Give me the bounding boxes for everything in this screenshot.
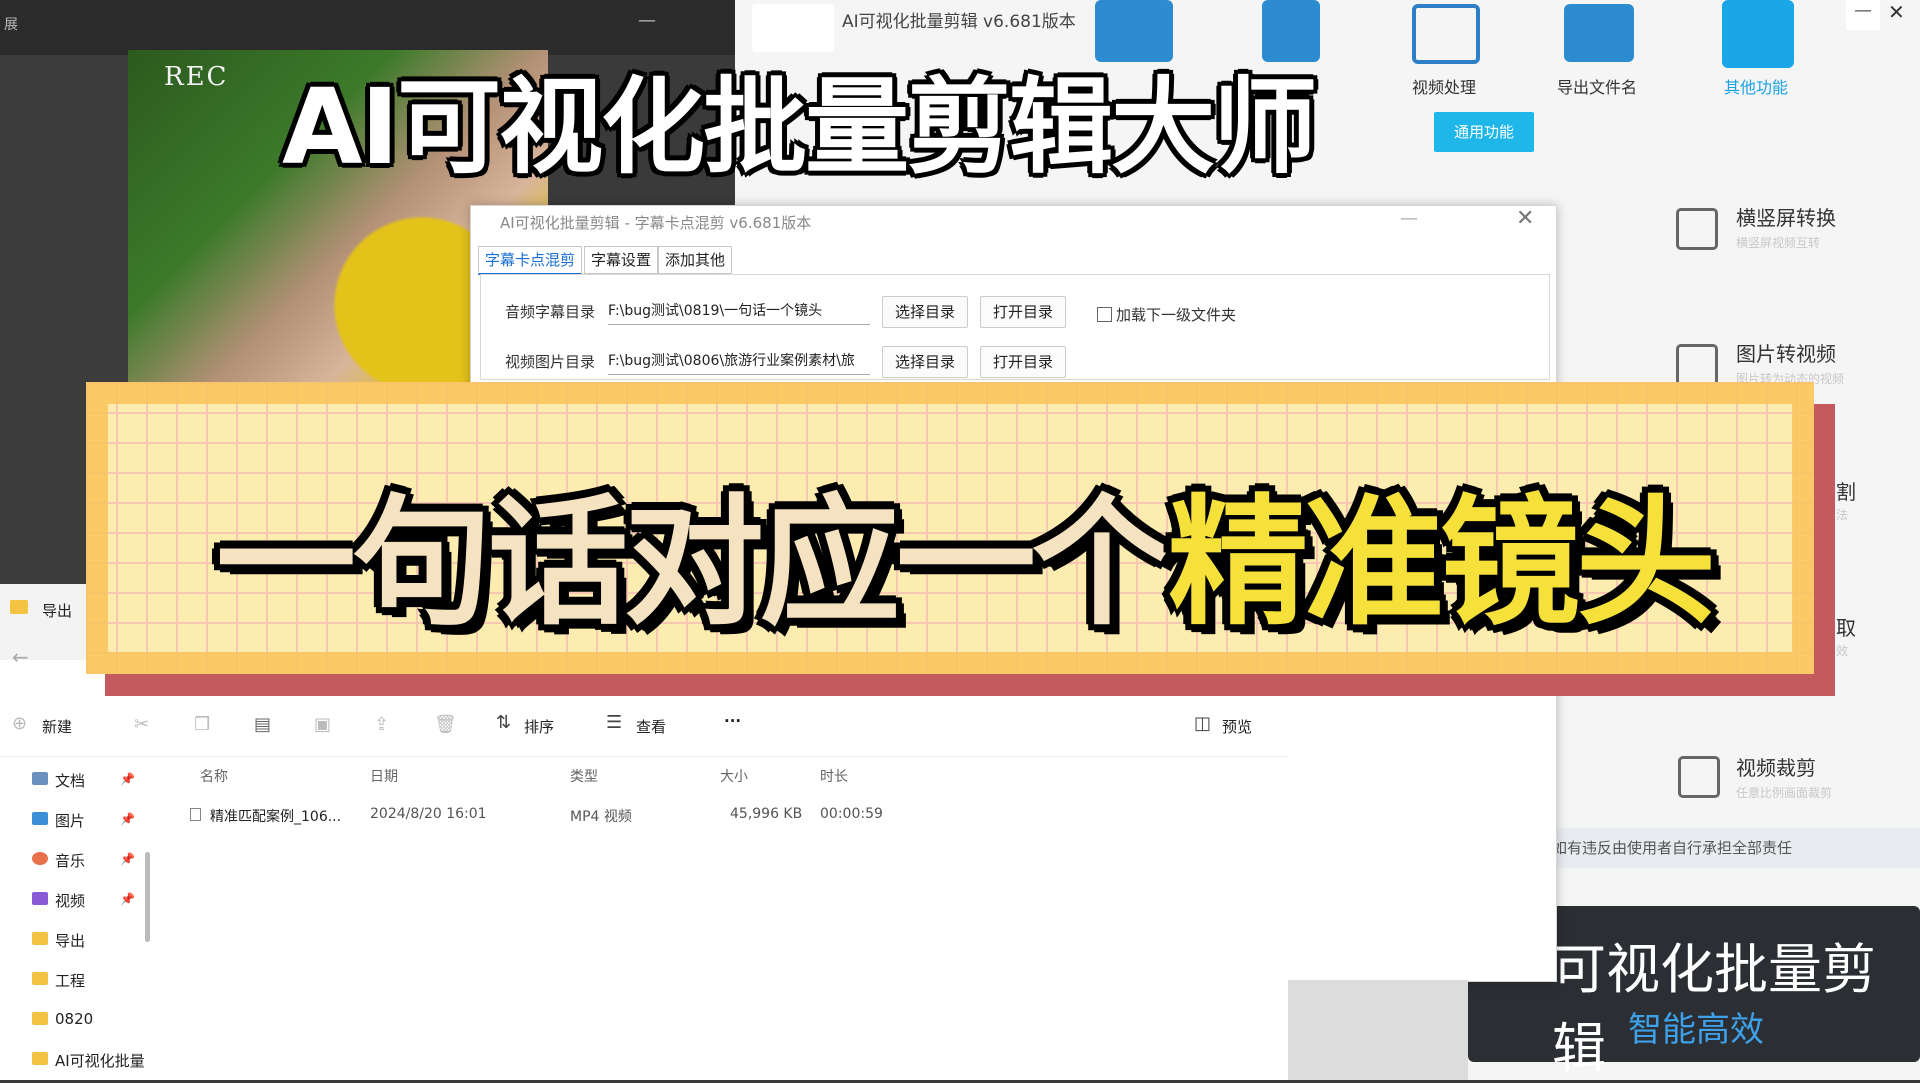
dialog-close-button[interactable]: ✕: [1516, 206, 1534, 231]
file-name[interactable]: 精准匹配案例_106...: [210, 806, 341, 826]
minimize-button[interactable]: —: [1846, 0, 1880, 30]
pin-icon[interactable]: 📌: [120, 892, 135, 906]
open-dir-button[interactable]: 打开目录: [980, 346, 1066, 378]
more-button[interactable]: ···: [724, 712, 741, 730]
folder-icon: [32, 932, 48, 945]
file-size: 45,996 KB: [730, 806, 803, 822]
documents-icon: [32, 772, 48, 785]
folder-icon: [32, 972, 48, 985]
preview-button[interactable]: 预览: [1222, 716, 1252, 737]
share-icon[interactable]: ⇪: [374, 714, 389, 735]
feature-subtitle: 任意比例画面裁剪: [1736, 786, 1833, 800]
new-button[interactable]: 新建: [42, 716, 72, 737]
sort-button[interactable]: 排序: [524, 716, 554, 737]
video-image-dir-label: 视频图片目录: [505, 353, 596, 371]
banner-text-part-a: 一句话对应一个: [216, 482, 1172, 645]
rotate-screen-icon: [1676, 208, 1718, 250]
video-image-dir-field[interactable]: F:\bug测试\0806\旅游行业案例素材\旅: [608, 348, 870, 375]
video-file-icon: [190, 808, 201, 821]
delete-icon[interactable]: 🗑: [434, 714, 457, 735]
copy-icon[interactable]: ❐: [194, 714, 210, 735]
feature-title[interactable]: 图片转视频: [1736, 338, 1836, 367]
sort-icon[interactable]: ⇅: [496, 712, 511, 733]
explorer-tab-title[interactable]: 导出: [42, 600, 72, 621]
nav-item-project[interactable]: 工程: [55, 970, 85, 991]
nav-item-0820[interactable]: 0820: [55, 1010, 93, 1028]
folder-icon: [32, 1052, 48, 1065]
app-title: AI可视化批量剪辑 v6.681版本: [842, 12, 1076, 32]
feature-subtitle: 效: [1836, 644, 1849, 658]
pin-icon[interactable]: 📌: [120, 852, 135, 866]
nav-item-ai-batch[interactable]: AI可视化批量: [55, 1050, 145, 1071]
nav-scrollbar[interactable]: [145, 852, 150, 942]
nav-item-videos[interactable]: 视频: [55, 890, 85, 911]
grid-apps-icon[interactable]: [1722, 0, 1794, 68]
videos-icon: [32, 892, 48, 905]
feature-subtitle: 横竖屏视频互转: [1736, 236, 1821, 250]
dialog-title: AI可视化批量剪辑 - 字幕卡点混剪 v6.681版本: [500, 214, 812, 232]
audio-subtitle-dir-field[interactable]: F:\bug测试\0819\一句话一个镜头: [608, 298, 870, 325]
feature-title[interactable]: 割: [1836, 476, 1856, 505]
banner-text: 一句话对应一个精准镜头: [216, 450, 1716, 652]
music-icon: [32, 852, 48, 865]
disclaimer-text: 如有违反由使用者自行承担全部责任: [1552, 828, 1920, 868]
dialog-minimize-button[interactable]: —: [1400, 208, 1418, 229]
nav-item-pictures[interactable]: 图片: [55, 810, 85, 831]
view-button[interactable]: 查看: [636, 716, 666, 737]
banner-text-part-b: 精准镜头: [1168, 482, 1716, 645]
pin-icon[interactable]: 📌: [120, 772, 135, 786]
back-arrow-icon[interactable]: ←: [12, 645, 29, 669]
tab-subtitle-settings[interactable]: 字幕设置: [584, 246, 659, 274]
load-subfolder-label[interactable]: 加载下一级文件夹: [1116, 304, 1236, 325]
load-subfolder-checkbox[interactable]: [1097, 307, 1112, 322]
headline-title: AI可视化批量剪辑大师: [282, 66, 1317, 188]
background-gap: [1288, 980, 1468, 1080]
sliders-icon[interactable]: [1412, 4, 1480, 64]
select-dir-button[interactable]: 选择目录: [882, 346, 968, 378]
nav-item-documents[interactable]: 文档: [55, 770, 85, 791]
open-dir-button[interactable]: 打开目录: [980, 296, 1066, 328]
close-button[interactable]: ✕: [1888, 0, 1905, 24]
rec-indicator: REC: [164, 62, 229, 92]
crop-icon: [1678, 756, 1720, 798]
toolbar-video-processing[interactable]: 视频处理: [1412, 74, 1476, 98]
paste-icon[interactable]: ▤: [254, 714, 271, 735]
view-icon[interactable]: ☰: [606, 712, 622, 733]
select-dir-button[interactable]: 选择目录: [882, 296, 968, 328]
folder-icon: [32, 1012, 48, 1025]
feature-subtitle: 法: [1836, 508, 1849, 522]
nav-item-music[interactable]: 音乐: [55, 850, 85, 871]
folder-icon: [10, 600, 28, 614]
pictures-icon: [32, 812, 48, 825]
feature-title[interactable]: 视频裁剪: [1736, 752, 1816, 781]
feature-title[interactable]: 取: [1836, 612, 1856, 641]
preview-pane-icon[interactable]: ◫: [1194, 713, 1211, 734]
column-duration[interactable]: 时长: [820, 766, 848, 786]
column-size[interactable]: 大小: [720, 766, 748, 786]
column-type[interactable]: 类型: [570, 766, 598, 786]
nav-item-export[interactable]: 导出: [55, 930, 85, 951]
toolbar-export-filename[interactable]: 导出文件名: [1557, 74, 1637, 98]
column-date[interactable]: 日期: [370, 766, 398, 786]
audio-subtitle-dir-label: 音频字幕目录: [505, 303, 596, 321]
file-type: MP4 视频: [570, 809, 632, 825]
common-features-button[interactable]: 通用功能: [1434, 112, 1534, 152]
pin-icon[interactable]: 📌: [120, 812, 135, 826]
plus-circle-icon[interactable]: ⊕: [12, 713, 27, 734]
tab-subtitle-mix[interactable]: 字幕卡点混剪: [478, 246, 583, 275]
cut-icon[interactable]: ✂: [134, 714, 149, 735]
folder-export-icon[interactable]: [1564, 4, 1634, 62]
feature-title[interactable]: 横竖屏转换: [1736, 202, 1836, 231]
image-to-video-icon: [1676, 344, 1718, 386]
file-duration: 00:00:59: [820, 806, 883, 822]
toolbar-other-features[interactable]: 其他功能: [1724, 74, 1788, 98]
promo-subtitle: 智能高效: [1628, 1010, 1764, 1050]
tab-add-other[interactable]: 添加其他: [658, 246, 733, 274]
column-name[interactable]: 名称: [200, 766, 228, 786]
background-window-minimize-button[interactable]: —: [638, 10, 656, 31]
background-window-title: 展: [4, 17, 18, 33]
file-date: 2024/8/20 16:01: [370, 806, 487, 822]
rename-icon[interactable]: ▣: [314, 714, 331, 735]
